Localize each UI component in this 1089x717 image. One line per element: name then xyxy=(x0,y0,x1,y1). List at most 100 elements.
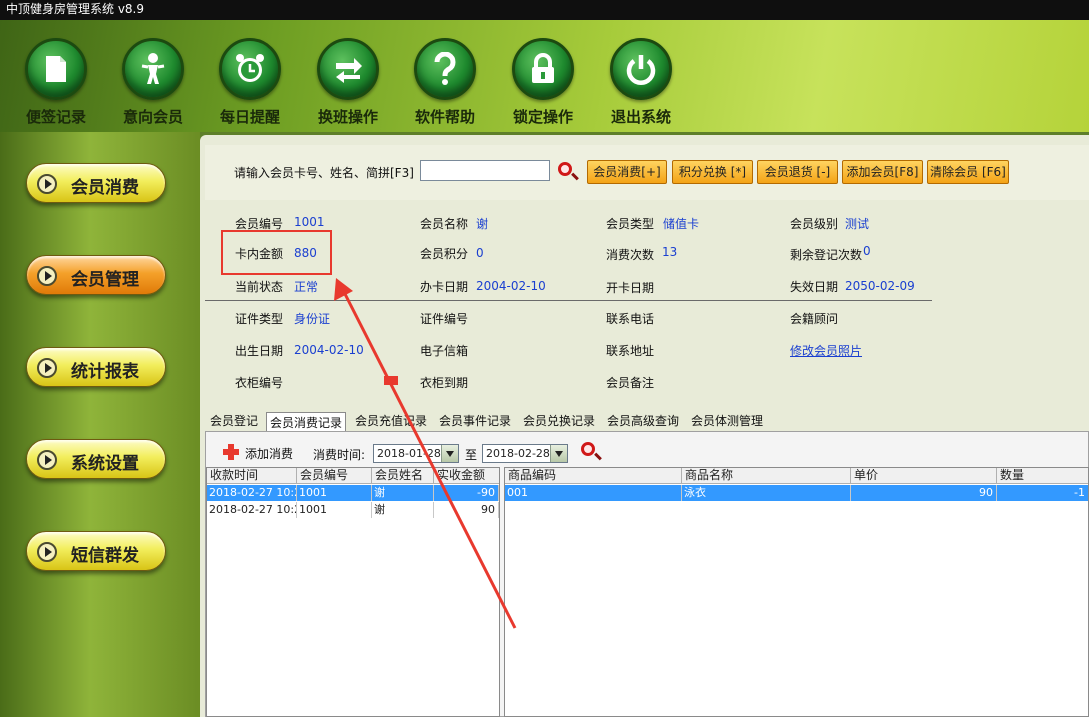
tab-consumption-records[interactable]: 会员消费记录 xyxy=(266,412,347,431)
table-row[interactable]: 2018-02-27 10:2 1001 谢 -90 xyxy=(207,485,499,501)
play-icon xyxy=(37,450,57,470)
toolbar-prospects-button[interactable]: 意向会员 xyxy=(115,38,191,127)
sidebar: 会员消费 会员管理 统计报表 系统设置 短信群发 xyxy=(0,132,200,717)
label-expire-date: 失效日期 xyxy=(790,280,839,294)
search-icon[interactable] xyxy=(581,442,595,456)
label-locker-due: 衣柜到期 xyxy=(420,376,469,390)
tab-advanced-query[interactable]: 会员高级查询 xyxy=(607,411,679,431)
table-row[interactable]: 2018-02-27 10:2 1001 谢 90 xyxy=(207,502,499,518)
sidebar-item-consumption[interactable]: 会员消费 xyxy=(26,163,166,203)
table-cell: 谢 xyxy=(372,485,434,501)
search-prompt: 请输入会员卡号、姓名、简拼[F3] xyxy=(234,166,414,180)
swap-arrows-icon xyxy=(317,38,379,100)
column-header[interactable]: 会员姓名 xyxy=(372,468,434,484)
table-cell: 001 xyxy=(505,485,682,501)
label-locker-number: 衣柜编号 xyxy=(235,376,284,390)
table-cell: 泳衣 xyxy=(682,485,851,501)
sidebar-item-reports[interactable]: 统计报表 xyxy=(26,347,166,387)
consumption-table[interactable]: 收款时间 会员编号 会员姓名 实收金额 2018-02-27 10:2 1001… xyxy=(206,467,500,717)
search-icon[interactable] xyxy=(558,162,572,176)
toolbar-label: 退出系统 xyxy=(610,108,671,126)
value-member-level: 测试 xyxy=(845,217,870,231)
label-member-level: 会员级别 xyxy=(790,217,839,231)
label-remaining-checkins: 剩余登记次数 xyxy=(790,248,863,262)
table-cell: 1001 xyxy=(297,485,372,501)
tab-exchange-records[interactable]: 会员兑换记录 xyxy=(523,411,595,431)
sidebar-item-label: 统计报表 xyxy=(71,362,139,382)
toolbar-exit-button[interactable]: 退出系统 xyxy=(603,38,679,127)
value-expire-date: 2050-02-09 xyxy=(845,279,915,293)
member-consume-button[interactable]: 会员消费[+] xyxy=(587,160,667,184)
sidebar-item-label: 短信群发 xyxy=(71,546,139,566)
sidebar-item-label: 系统设置 xyxy=(71,454,139,474)
column-header[interactable]: 实收金额 xyxy=(434,468,499,484)
play-icon xyxy=(37,266,57,286)
member-return-button[interactable]: 会员退货 [-] xyxy=(757,160,838,184)
add-consumption-label[interactable]: 添加消费 xyxy=(245,445,293,462)
alarm-clock-icon xyxy=(219,38,281,100)
table-cell: -1 xyxy=(997,485,1088,501)
sidebar-item-members[interactable]: 会员管理 xyxy=(26,255,166,295)
tab-registration[interactable]: 会员登记 xyxy=(210,411,258,431)
value-member-type: 储值卡 xyxy=(663,217,700,231)
divider xyxy=(205,300,932,301)
product-table[interactable]: 商品编码 商品名称 单价 数量 001 泳衣 90 -1 xyxy=(504,467,1089,717)
sidebar-item-settings[interactable]: 系统设置 xyxy=(26,439,166,479)
table-cell: 1001 xyxy=(297,502,372,518)
highlight-box xyxy=(221,230,332,275)
document-icon xyxy=(25,38,87,100)
label-open-date: 开卡日期 xyxy=(606,281,655,295)
column-header[interactable]: 数量 xyxy=(997,468,1088,484)
tab-event-records[interactable]: 会员事件记录 xyxy=(439,411,511,431)
column-header[interactable]: 收款时间 xyxy=(207,468,297,484)
lock-icon xyxy=(512,38,574,100)
toolbar-reminder-button[interactable]: 每日提醒 xyxy=(212,38,288,127)
label-email: 电子信箱 xyxy=(420,344,469,358)
play-icon xyxy=(37,358,57,378)
value-issue-date: 2004-02-10 xyxy=(476,279,546,293)
edit-photo-link[interactable]: 修改会员照片 xyxy=(790,342,862,359)
column-header[interactable]: 商品编码 xyxy=(505,468,682,484)
label-birth-date: 出生日期 xyxy=(235,344,284,358)
question-icon xyxy=(414,38,476,100)
table-cell: 谢 xyxy=(372,502,434,518)
label-remark: 会员备注 xyxy=(606,376,655,390)
chevron-down-icon[interactable] xyxy=(441,445,458,462)
chevron-down-icon[interactable] xyxy=(550,445,567,462)
column-header[interactable]: 商品名称 xyxy=(682,468,851,484)
play-icon xyxy=(37,174,57,194)
member-search-input[interactable] xyxy=(420,160,550,181)
add-consumption-button[interactable] xyxy=(222,443,242,461)
add-member-button[interactable]: 添加会员[F8] xyxy=(842,160,923,184)
to-label: 至 xyxy=(465,448,478,462)
label-advisor: 会籍顾问 xyxy=(790,312,839,326)
play-icon xyxy=(37,542,57,562)
tab-fitness-test[interactable]: 会员体测管理 xyxy=(691,411,763,431)
points-exchange-button[interactable]: 积分兑换 [*] xyxy=(672,160,753,184)
label-address: 联系地址 xyxy=(606,344,655,358)
value-member-id: 1001 xyxy=(294,215,325,229)
person-icon xyxy=(122,38,184,100)
date-from-select[interactable]: 2018-01-28 xyxy=(373,444,459,463)
toolbar: 便签记录 意向会员 每日提醒 换班操作 软件帮助 锁定操作 退出系统 xyxy=(0,20,1089,132)
table-row[interactable]: 001 泳衣 90 -1 xyxy=(505,485,1088,501)
power-icon xyxy=(610,38,672,100)
toolbar-shift-button[interactable]: 换班操作 xyxy=(310,38,386,127)
clear-member-button[interactable]: 清除会员 [F6] xyxy=(927,160,1009,184)
add-icon xyxy=(223,444,239,460)
table-cell: 90 xyxy=(851,485,997,501)
title-bar: 中顶健身房管理系统 v8.9 xyxy=(0,0,1089,20)
column-header[interactable]: 会员编号 xyxy=(297,468,372,484)
toolbar-lock-button[interactable]: 锁定操作 xyxy=(505,38,581,127)
tab-recharge-records[interactable]: 会员充值记录 xyxy=(355,411,427,431)
toolbar-help-button[interactable]: 软件帮助 xyxy=(407,38,483,127)
column-header[interactable]: 单价 xyxy=(851,468,997,484)
toolbar-label: 意向会员 xyxy=(122,108,183,126)
sidebar-item-sms[interactable]: 短信群发 xyxy=(26,531,166,571)
sidebar-item-label: 会员消费 xyxy=(71,178,139,198)
date-to-select[interactable]: 2018-02-28 xyxy=(482,444,568,463)
value-birth-date: 2004-02-10 xyxy=(294,343,364,357)
value-visit-count: 13 xyxy=(662,245,678,259)
toolbar-notes-button[interactable]: 便签记录 xyxy=(18,38,94,127)
label-member-type: 会员类型 xyxy=(606,217,655,231)
